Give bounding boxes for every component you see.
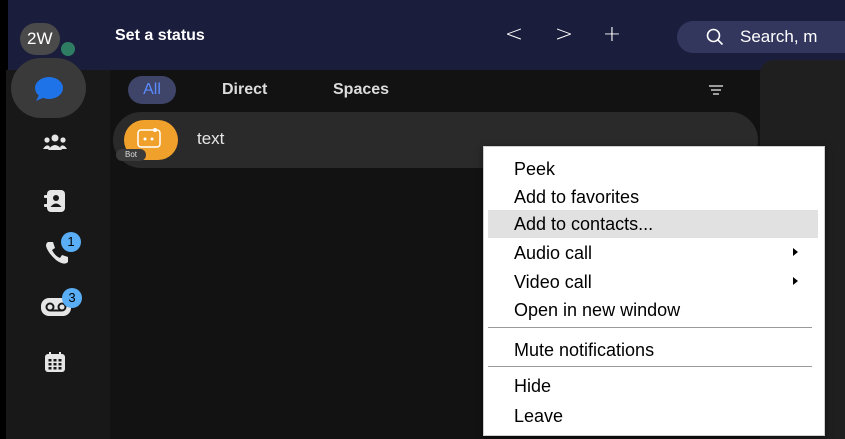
- user-avatar[interactable]: 2W: [20, 23, 60, 55]
- menu-item-mute-notifications[interactable]: Mute notifications: [514, 340, 654, 361]
- filter-all-tab[interactable]: All: [128, 76, 176, 104]
- window-edge: [0, 0, 8, 70]
- calls-badge: 1: [61, 232, 81, 252]
- menu-item-add-to-contacts[interactable]: Add to contacts...: [514, 214, 653, 235]
- teams-icon[interactable]: [43, 134, 67, 150]
- context-menu: Peek Add to favorites Add to contacts...…: [483, 146, 825, 436]
- search-input[interactable]: Search, m: [740, 27, 817, 47]
- bot-tag: Bot: [116, 149, 146, 161]
- menu-item-peek[interactable]: Peek: [514, 159, 555, 180]
- contacts-icon[interactable]: [44, 190, 66, 212]
- filter-spaces-tab[interactable]: Spaces: [333, 81, 389, 99]
- rail-edge: [0, 70, 6, 439]
- back-button[interactable]: <: [500, 21, 528, 49]
- menu-item-audio-call[interactable]: Audio call: [514, 243, 592, 264]
- bot-icon: [137, 128, 161, 148]
- set-status-button[interactable]: Set a status: [115, 27, 205, 45]
- search-icon: [706, 28, 724, 46]
- filter-direct-tab[interactable]: Direct: [222, 81, 267, 99]
- menu-item-open-in-new-window[interactable]: Open in new window: [514, 300, 680, 321]
- menu-item-hide[interactable]: Hide: [514, 376, 551, 397]
- forward-button[interactable]: >: [550, 21, 578, 49]
- presence-indicator: [58, 39, 78, 59]
- voicemail-badge: 3: [62, 288, 82, 308]
- calendar-icon[interactable]: [45, 352, 65, 372]
- menu-item-video-call[interactable]: Video call: [514, 272, 592, 293]
- menu-separator: [488, 327, 812, 328]
- submenu-arrow-icon: [793, 277, 798, 285]
- conversation-name: text: [197, 129, 225, 148]
- menu-item-leave[interactable]: Leave: [514, 406, 563, 427]
- messaging-icon[interactable]: [33, 76, 65, 102]
- new-button[interactable]: +: [598, 21, 626, 49]
- menu-item-add-to-favorites[interactable]: Add to favorites: [514, 187, 639, 208]
- filter-lines-icon[interactable]: [709, 85, 723, 95]
- menu-separator: [488, 366, 812, 367]
- submenu-arrow-icon: [793, 248, 798, 256]
